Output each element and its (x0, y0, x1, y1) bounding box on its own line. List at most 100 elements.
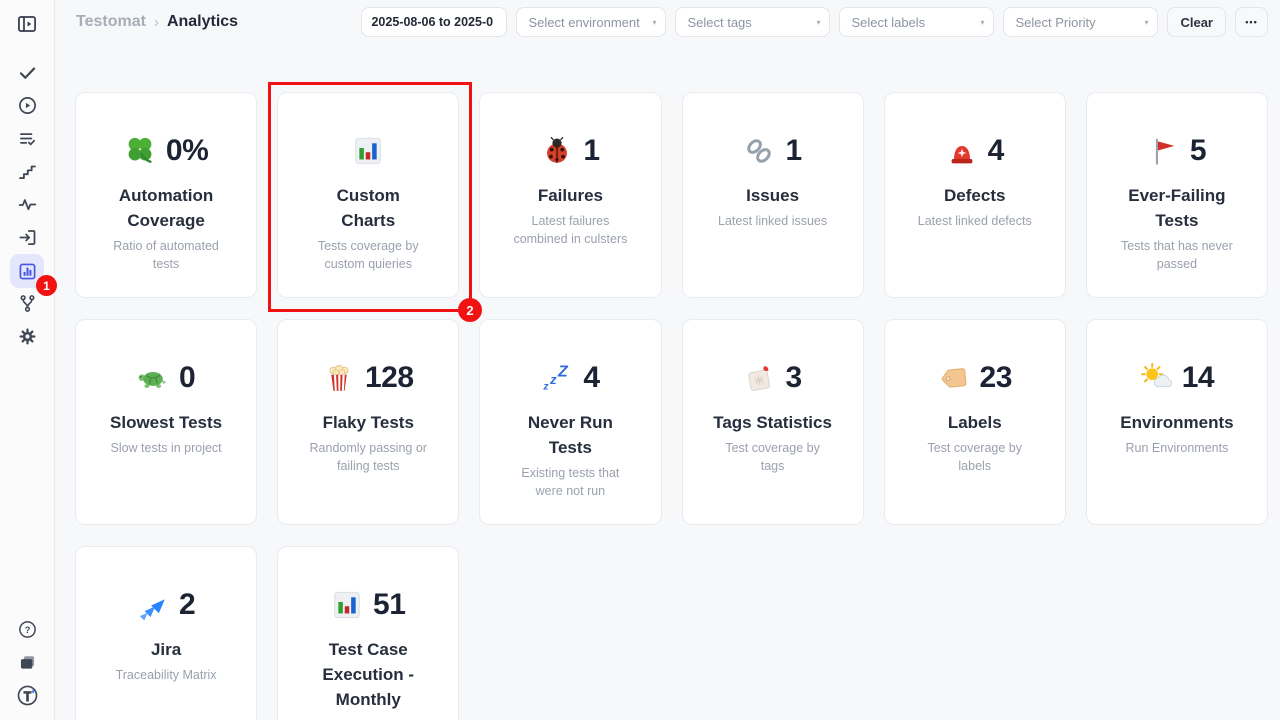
card-subtitle: Test coverage by labels (927, 440, 1022, 475)
card-subtitle: Tests coverage by custom quieries (318, 238, 419, 273)
ladybug-icon (541, 135, 573, 167)
card-jira[interactable]: 2 Jira Traceability Matrix (75, 546, 257, 720)
sidebar-notification-badge: 1 (36, 275, 57, 296)
card-tags-statistics[interactable]: 3 Tags Statistics Test coverage by tags (682, 319, 864, 525)
card-subtitle: Randomly passing or failing tests (310, 440, 427, 475)
card-ever-failing-tests[interactable]: 5Ever-Failing TestsTests that has never … (1086, 92, 1268, 298)
card-automation-coverage[interactable]: 0%Automation CoverageRatio of automated … (75, 92, 257, 298)
svg-text:z: z (543, 381, 550, 392)
docs-icon (17, 652, 38, 673)
date-range-input[interactable] (361, 7, 507, 37)
select-tags[interactable]: Select tags ▾ (675, 7, 830, 37)
chart-emoji-icon (352, 135, 384, 167)
card-defects[interactable]: 4DefectsLatest linked defects (884, 92, 1066, 298)
chart-emoji-icon (331, 589, 363, 621)
branch-icon (17, 293, 38, 314)
card-subtitle: Test coverage by tags (725, 440, 820, 475)
card-slowest-tests[interactable]: 0Slowest TestsSlow tests in project (75, 319, 257, 525)
card-value: 4 (583, 363, 599, 393)
select-tags-placeholder: Select tags (687, 15, 751, 30)
sidebar-item-logo[interactable] (11, 679, 45, 712)
analytics-widgets-grid: 0%Automation CoverageRatio of automated … (75, 92, 1268, 720)
card-title: Issues (746, 183, 799, 208)
breadcrumb-separator-icon: › (154, 14, 159, 31)
sidebar-item-plans[interactable] (10, 122, 44, 155)
select-labels-placeholder: Select labels (851, 15, 925, 30)
card-value: 1 (785, 136, 801, 166)
sidebar-item-runs[interactable] (10, 89, 44, 122)
card-custom-charts[interactable]: Custom ChartsTests coverage by custom qu… (277, 92, 459, 298)
svg-text:Z: Z (557, 364, 569, 381)
topbar: Testomat › Analytics Select environment▾… (56, 0, 1280, 44)
help-icon: ? (17, 619, 38, 640)
card-value: 3 (785, 363, 801, 393)
label-tag-icon (938, 362, 970, 394)
list-check-icon (17, 128, 38, 149)
card-flaky-tests[interactable]: 128 Flaky Tests Randomly passing or failin… (277, 319, 459, 525)
card-title: Slowest Tests (110, 410, 222, 435)
popcorn-icon (323, 362, 355, 394)
card-subtitle: Latest failures combined in culsters (513, 213, 627, 248)
select-environment[interactable]: Select environment▾ (516, 7, 666, 37)
sidebar-item-docs[interactable] (11, 646, 45, 679)
select-priority[interactable]: Select Priority▾ (1003, 7, 1158, 37)
card-value: 51 (373, 590, 405, 620)
breadcrumb-project[interactable]: Testomat (76, 13, 146, 31)
card-value: 14 (1182, 363, 1214, 393)
link-icon (743, 135, 775, 167)
card-subtitle: Run Environments (1126, 440, 1229, 458)
turtle-icon (137, 362, 169, 394)
filter-selects: Select environment▾Select tags▾Select la… (516, 7, 1158, 37)
card-subtitle: Latest linked defects (918, 213, 1032, 231)
sidebar-item-help[interactable]: ? (11, 613, 45, 646)
page-title: Analytics (167, 13, 238, 31)
card-value: 0% (166, 136, 208, 166)
gear-icon (17, 326, 38, 347)
card-subtitle: Traceability Matrix (116, 667, 217, 685)
card-never-run-tests[interactable]: zzZ4Never Run TestsExisting tests that w… (479, 319, 661, 525)
card-header: 23 (938, 361, 1012, 395)
card-header: 3 (743, 361, 801, 395)
card-value: 2 (179, 590, 195, 620)
chevron-down-icon: ▾ (816, 18, 820, 27)
select-labels[interactable]: Select labels ▾ (839, 7, 994, 37)
panel-toggle-icon[interactable] (10, 9, 44, 39)
sidebar-item-tests[interactable] (10, 56, 44, 89)
card-issues[interactable]: 1IssuesLatest linked issues (682, 92, 864, 298)
card-header: 5 (1148, 134, 1206, 168)
card-title: Jira (151, 637, 181, 662)
more-options-button[interactable]: ••• (1235, 7, 1268, 37)
card-failures[interactable]: 1FailuresLatest failures combined in cul… (479, 92, 661, 298)
chevron-down-icon: ▾ (980, 18, 984, 27)
sun-cloud-icon (1140, 362, 1172, 394)
card-test-case-execution-monthly[interactable]: 51Test Case Execution - Monthly (277, 546, 459, 720)
card-value: 4 (988, 136, 1004, 166)
card-title: Labels (948, 410, 1002, 435)
import-icon (17, 227, 38, 248)
sidebar-item-settings[interactable] (10, 320, 44, 353)
card-title: Tags Statistics (713, 410, 832, 435)
sidebar-item-pulse[interactable] (10, 188, 44, 221)
card-value: 0 (179, 363, 195, 393)
clear-filters-button[interactable]: Clear (1167, 7, 1226, 37)
sidebar-item-analytics[interactable]: 1 (10, 254, 44, 288)
sidebar-item-steps[interactable] (10, 155, 44, 188)
card-header: 51 (331, 588, 405, 622)
card-title: Ever-Failing Tests (1128, 183, 1225, 233)
sidebar-item-import[interactable] (10, 221, 44, 254)
card-title: Flaky Tests (323, 410, 414, 435)
card-labels[interactable]: 23 Labels Test coverage by labels (884, 319, 1066, 525)
svg-text:z: z (549, 372, 557, 387)
card-value: 23 (980, 363, 1012, 393)
chevron-down-icon: ▾ (652, 18, 656, 27)
breadcrumb: Testomat › Analytics (76, 13, 238, 31)
stairs-icon (17, 161, 38, 182)
play-circle-icon (17, 95, 38, 116)
sidebar: 1 ? (0, 0, 55, 720)
pulse-icon (17, 194, 38, 215)
card-value: 1 (583, 136, 599, 166)
card-environments[interactable]: 14 Environments Run Environments (1086, 319, 1268, 525)
card-value: 128 (365, 363, 414, 393)
card-header: 2 (137, 588, 195, 622)
card-title: Environments (1120, 410, 1233, 435)
